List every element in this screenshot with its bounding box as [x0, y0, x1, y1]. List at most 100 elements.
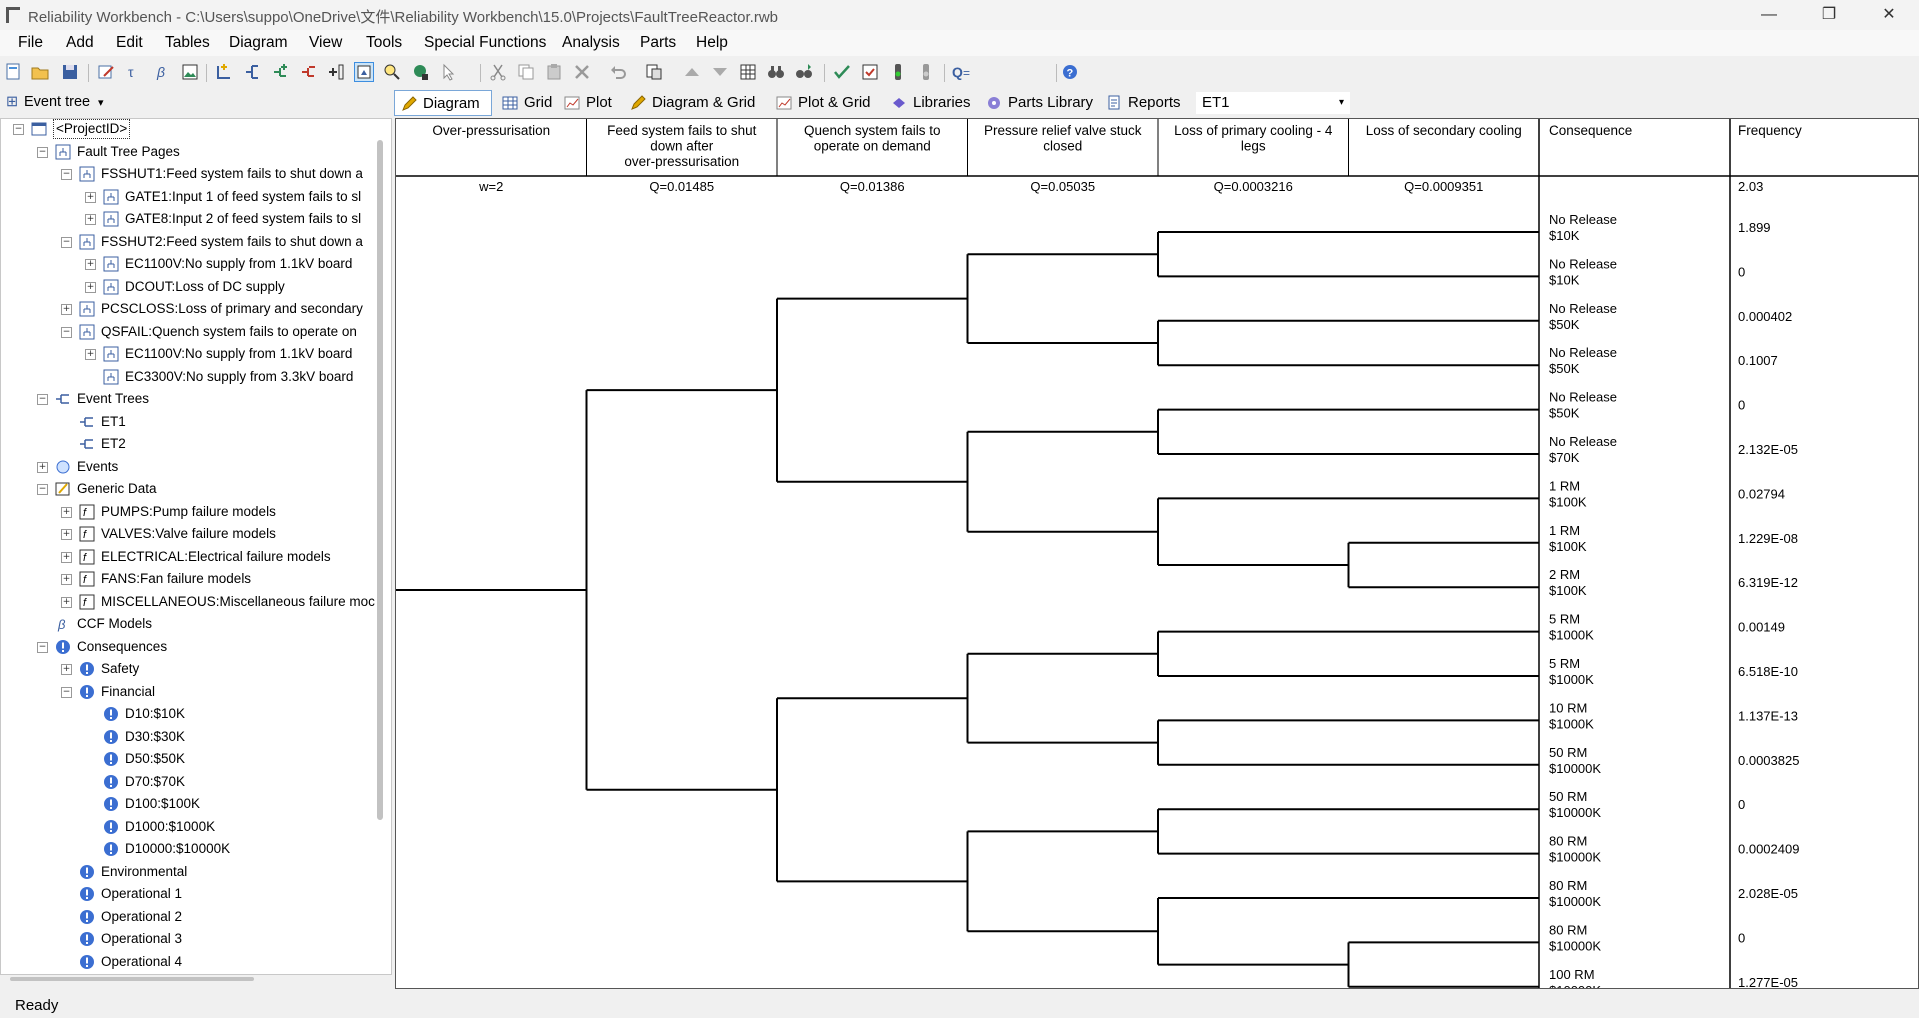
- move-down-icon[interactable]: [710, 62, 730, 82]
- save-icon[interactable]: [60, 62, 80, 82]
- close-button[interactable]: ✕: [1866, 0, 1912, 30]
- find-icon[interactable]: [766, 62, 786, 82]
- quantify-icon[interactable]: Q =: [950, 62, 978, 82]
- find-next-icon[interactable]: [794, 62, 814, 82]
- expand-icon[interactable]: +: [61, 304, 72, 315]
- collapse-icon[interactable]: −: [37, 394, 48, 405]
- menu-add[interactable]: Add: [66, 34, 94, 52]
- collapse-icon[interactable]: −: [61, 326, 72, 338]
- delete-icon[interactable]: [572, 62, 592, 82]
- expand-icon[interactable]: +: [85, 349, 96, 360]
- tree-item[interactable]: − FSSHUT2:Feed system fails to shut down …: [1, 232, 391, 252]
- menu-tools[interactable]: Tools: [366, 34, 402, 52]
- tree-item[interactable]: Operational 4: [1, 952, 391, 972]
- tree-item[interactable]: β CCF Models: [1, 614, 391, 634]
- table-icon[interactable]: [738, 62, 758, 82]
- collapse-icon[interactable]: −: [61, 686, 72, 698]
- tab-diagram-grid[interactable]: Diagram & Grid: [624, 90, 774, 116]
- help-icon[interactable]: ?: [1060, 62, 1080, 82]
- verify-icon[interactable]: [832, 62, 852, 82]
- tree-item[interactable]: + Safety: [1, 659, 391, 679]
- menu-file[interactable]: File: [18, 34, 43, 52]
- tree-item[interactable]: Operational 2: [1, 907, 391, 927]
- tree-item[interactable]: D70:$70K: [1, 772, 391, 792]
- collapse-icon[interactable]: −: [37, 146, 48, 158]
- menu-tables[interactable]: Tables: [165, 34, 210, 52]
- tree-item[interactable]: D1000:$1000K: [1, 817, 391, 837]
- tree-item[interactable]: + f ELECTRICAL:Electrical failure models: [1, 547, 391, 567]
- restore-button[interactable]: ❐: [1806, 0, 1852, 30]
- collapse-icon[interactable]: −: [37, 484, 48, 495]
- tree-item[interactable]: − Generic Data: [1, 479, 391, 499]
- tree-item[interactable]: + DCOUT:Loss of DC supply: [1, 277, 391, 297]
- tree-item[interactable]: + EC1100V:No supply from 1.1kV board: [1, 254, 391, 274]
- page-setup-icon[interactable]: [644, 62, 664, 82]
- add-gate-icon[interactable]: [214, 62, 234, 82]
- tab-parts-library[interactable]: Parts Library: [980, 90, 1102, 116]
- tree-item[interactable]: − <ProjectID>: [1, 119, 391, 139]
- undo-icon[interactable]: [608, 62, 628, 82]
- menu-special-functions[interactable]: Special Functions: [424, 34, 546, 52]
- new-icon[interactable]: [4, 62, 24, 82]
- tree-vertical-scrollbar[interactable]: [377, 140, 383, 820]
- tree-item[interactable]: + PCSCLOSS:Loss of primary and secondary: [1, 299, 391, 319]
- collapse-icon[interactable]: −: [37, 641, 48, 653]
- expand-icon[interactable]: +: [61, 596, 72, 608]
- event-tree-diagram[interactable]: Over-pressurisation w=2 Feed system fails …: [395, 118, 1919, 998]
- tree-item[interactable]: − FSSHUT1:Feed system fails to shut down …: [1, 164, 391, 184]
- tree-item[interactable]: − Financial: [1, 682, 391, 702]
- chevron-down-icon[interactable]: ▾: [1339, 92, 1344, 114]
- globe-icon[interactable]: [410, 62, 430, 82]
- select-mode-icon[interactable]: [354, 62, 374, 82]
- expand-icon[interactable]: +: [61, 551, 72, 563]
- paste-icon[interactable]: [544, 62, 564, 82]
- menu-analysis[interactable]: Analysis: [562, 34, 620, 52]
- expand-icon[interactable]: +: [61, 664, 72, 675]
- tree-item[interactable]: + GATE1:Input 1 of feed system fails to s…: [1, 187, 391, 207]
- green-light-icon[interactable]: [888, 62, 908, 82]
- tree-item[interactable]: + f PUMPS:Pump failure models: [1, 502, 391, 522]
- tree-item[interactable]: D10000:$10000K: [1, 839, 391, 859]
- menu-parts[interactable]: Parts: [640, 34, 676, 52]
- tree-item[interactable]: ET1: [1, 412, 391, 432]
- pointer-icon[interactable]: [438, 62, 458, 82]
- expand-icon[interactable]: +: [61, 506, 72, 518]
- copy-icon[interactable]: [516, 62, 536, 82]
- expand-icon[interactable]: +: [85, 214, 96, 225]
- project-tree[interactable]: − <ProjectID> − Fault Tree Pages − FSSHUT1:Fe…: [0, 118, 392, 975]
- tree-check-icon[interactable]: [860, 62, 880, 82]
- tree-item[interactable]: − Event Trees: [1, 389, 391, 409]
- menu-edit[interactable]: Edit: [116, 34, 143, 52]
- tree-item[interactable]: D30:$30K: [1, 727, 391, 747]
- move-up-icon[interactable]: [682, 62, 702, 82]
- beta-icon[interactable]: β: [152, 62, 172, 82]
- edit-properties-icon[interactable]: [96, 62, 116, 82]
- expand-icon[interactable]: +: [61, 529, 72, 540]
- tau-icon[interactable]: τ: [124, 62, 144, 82]
- collapse-icon[interactable]: −: [13, 124, 24, 135]
- expand-icon[interactable]: +: [61, 574, 72, 585]
- tree-item[interactable]: EC3300V:No supply from 3.3kV board: [1, 367, 391, 387]
- tree-item[interactable]: + f FANS:Fan failure models: [1, 569, 391, 589]
- tree-item[interactable]: + GATE8:Input 2 of feed system fails to s…: [1, 209, 391, 229]
- tree-item[interactable]: ET2: [1, 434, 391, 454]
- tree-item[interactable]: − QSFAIL:Quench system fails to operate o…: [1, 322, 391, 342]
- tree-item[interactable]: D50:$50K: [1, 749, 391, 769]
- tree-item[interactable]: + EC1100V:No supply from 1.1kV board: [1, 344, 391, 364]
- branch-icon[interactable]: [242, 62, 262, 82]
- tree-item[interactable]: Operational 3: [1, 929, 391, 949]
- tree-item[interactable]: Operational 1: [1, 884, 391, 904]
- image-icon[interactable]: [180, 62, 200, 82]
- menu-view[interactable]: View: [309, 34, 342, 52]
- tree-item[interactable]: + Events: [1, 457, 391, 477]
- expand-icon[interactable]: +: [37, 461, 48, 473]
- tree-item[interactable]: + f VALVES:Valve failure models: [1, 524, 391, 544]
- expand-icon[interactable]: +: [85, 259, 96, 270]
- tab-reports[interactable]: Reports: [1100, 90, 1190, 116]
- zoom-tree-icon[interactable]: [382, 62, 402, 82]
- cut-icon[interactable]: [488, 62, 508, 82]
- tree-item[interactable]: D10:$10K: [1, 704, 391, 724]
- tree-item[interactable]: − Consequences: [1, 637, 391, 657]
- tree-item[interactable]: D100:$100K: [1, 794, 391, 814]
- tab-plot[interactable]: Plot: [558, 90, 620, 116]
